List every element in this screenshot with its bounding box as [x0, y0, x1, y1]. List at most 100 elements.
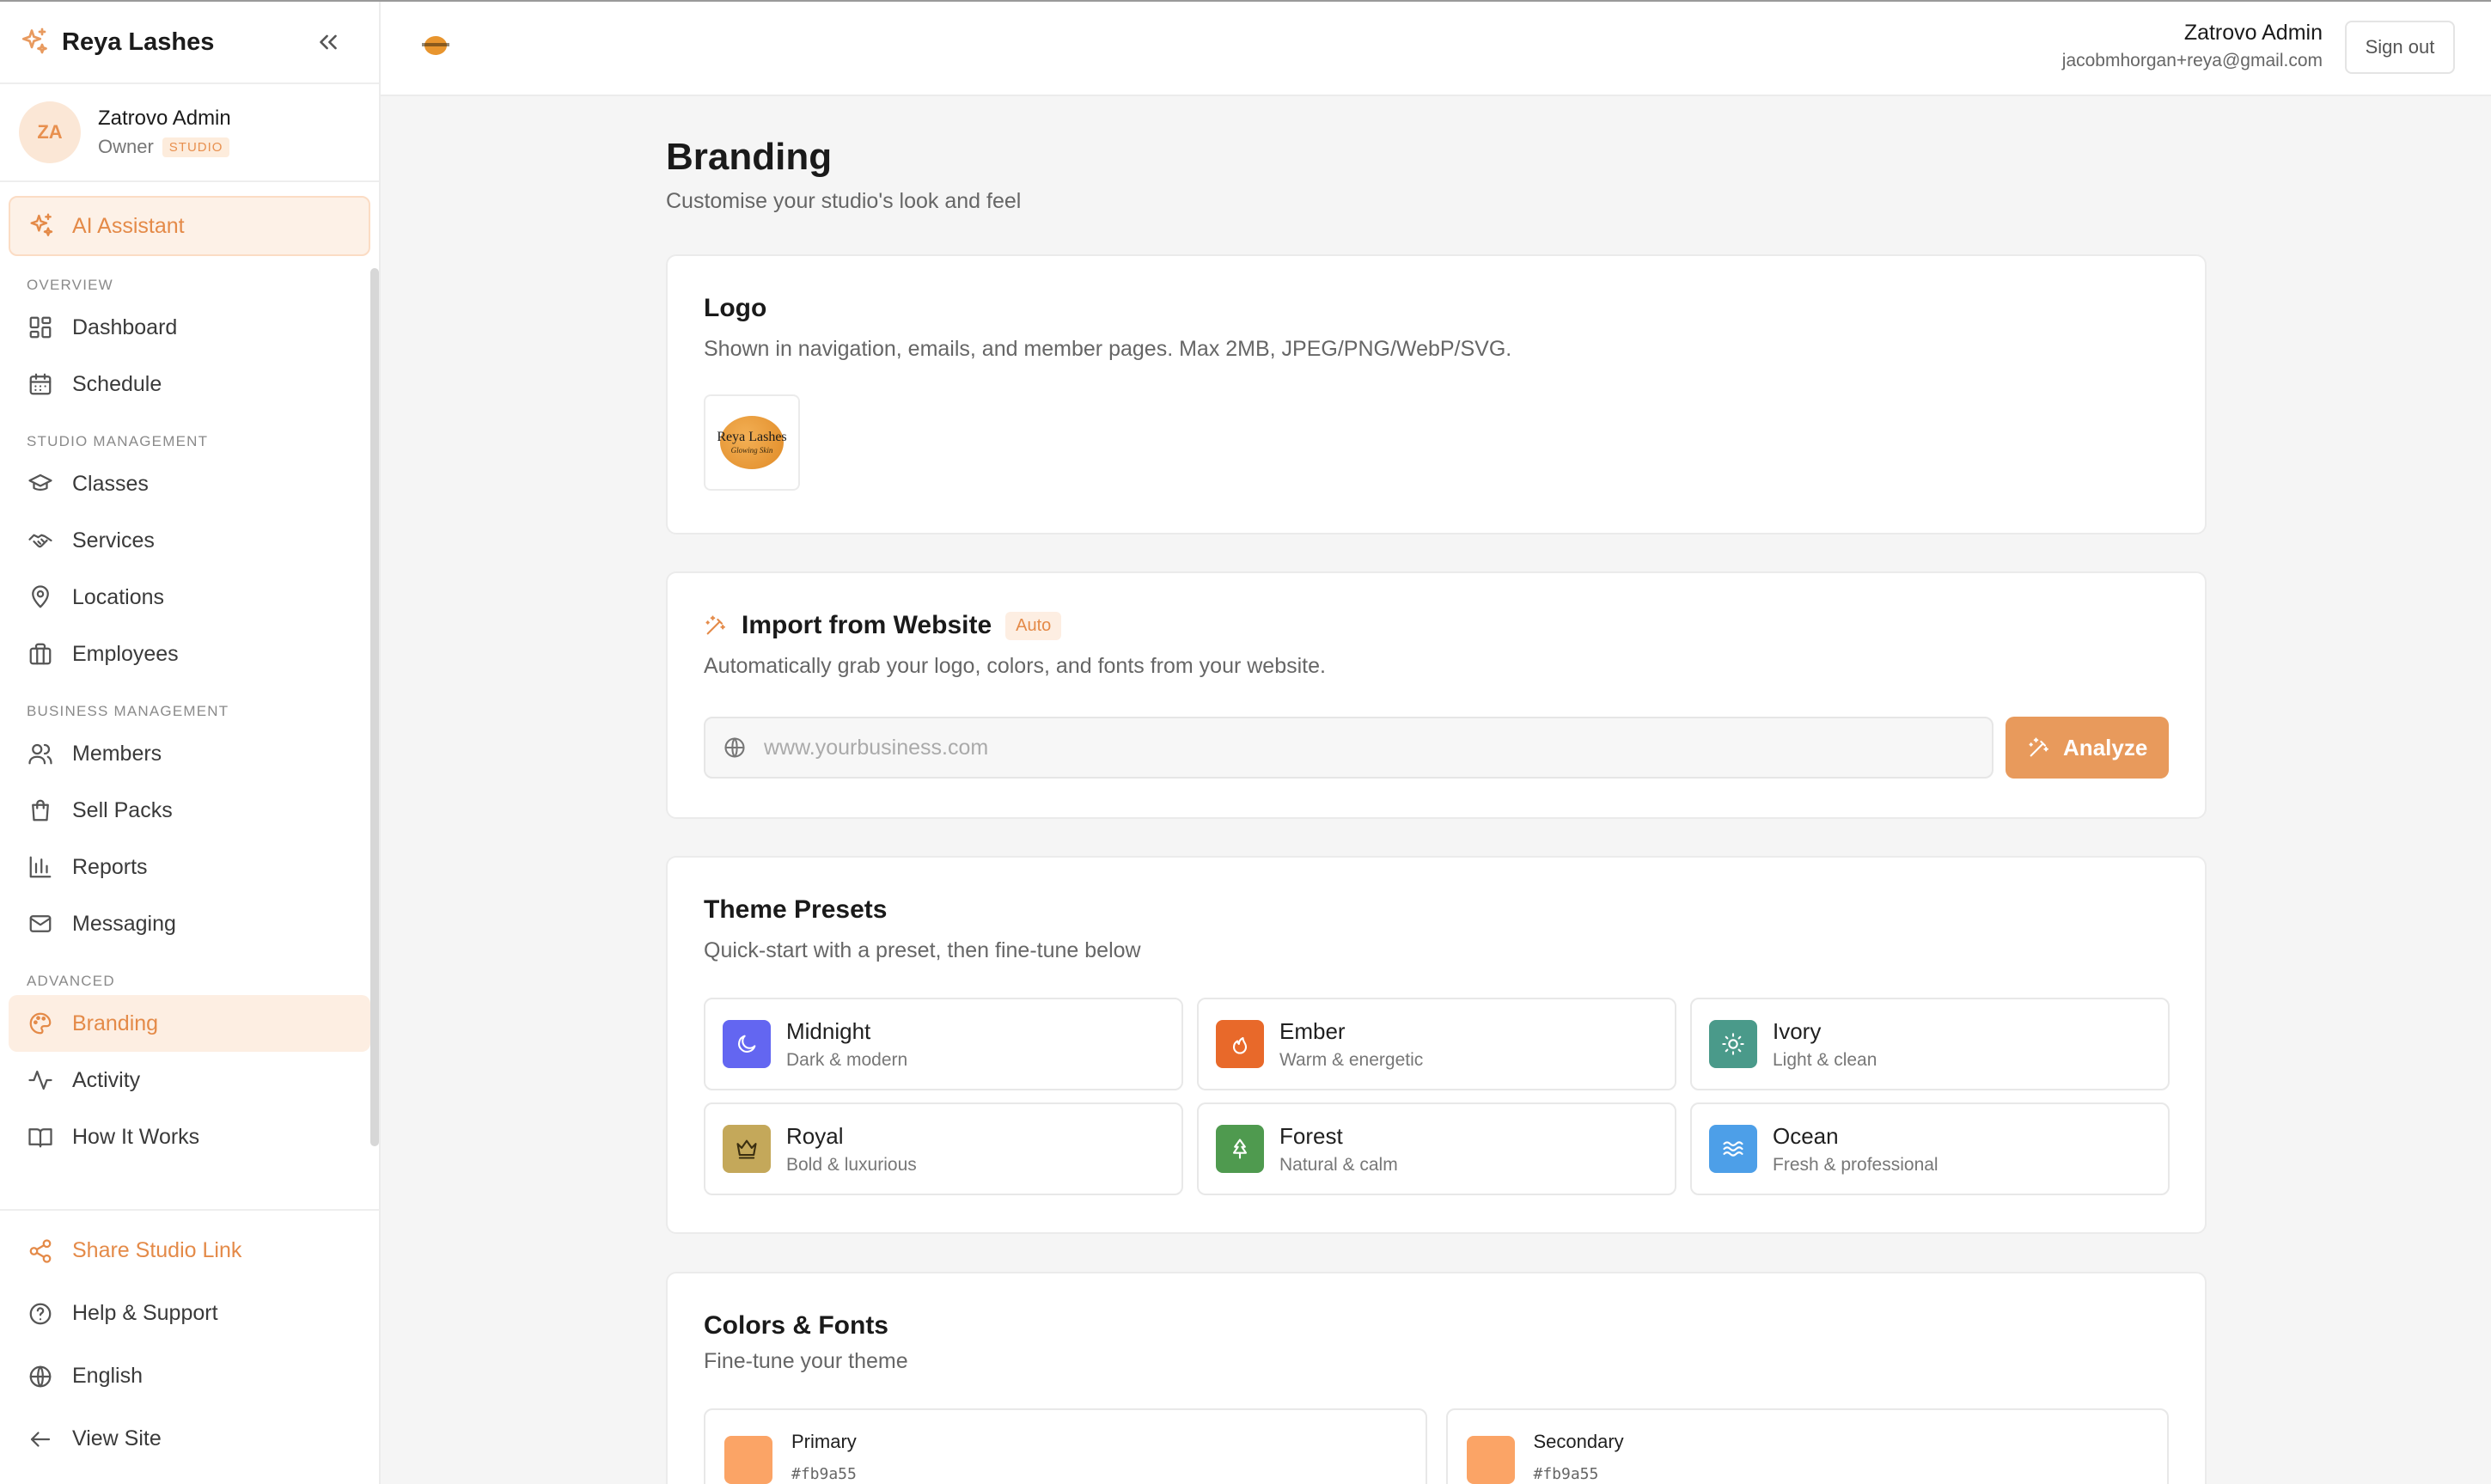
sidebar-item-reports[interactable]: Reports	[9, 839, 370, 895]
sign-out-button[interactable]: Sign out	[2345, 21, 2455, 74]
import-card-title: Import from Website	[742, 611, 992, 639]
preset-name: Midnight	[786, 1017, 871, 1044]
help-support-link[interactable]: Help & Support	[9, 1282, 370, 1345]
top-user-info: Zatrovo Admin jacobmhorgan+reya@gmail.co…	[2062, 21, 2323, 71]
preset-ocean[interactable]: Ocean Fresh & professional	[1690, 1102, 2170, 1195]
app-name: Reya Lashes	[62, 27, 215, 56]
preset-grid: Midnight Dark & modern Ember Warm & energe…	[704, 998, 2170, 1195]
sidebar-item-sell-packs[interactable]: Sell Packs	[9, 782, 370, 839]
analyze-button[interactable]: Analyze	[2006, 717, 2169, 779]
primary-color-label: Primary	[791, 1431, 857, 1452]
flame-icon	[1216, 1020, 1264, 1068]
map-pin-icon	[27, 584, 53, 610]
import-url-row: Analyze	[704, 717, 2169, 779]
sidebar-item-schedule[interactable]: Schedule	[9, 356, 370, 412]
studio-logo-small[interactable]	[417, 31, 455, 60]
preset-desc: Light & clean	[1773, 1049, 1877, 1070]
preset-forest[interactable]: Forest Natural & calm	[1197, 1102, 1676, 1195]
dashboard-icon	[27, 315, 53, 340]
sidebar-item-label: Locations	[72, 584, 165, 609]
sidebar-item-locations[interactable]: Locations	[9, 569, 370, 626]
logo-card: Logo Shown in navigation, emails, and me…	[666, 254, 2207, 534]
colors-fonts-title: Colors & Fonts	[704, 1311, 888, 1340]
sidebar-item-employees[interactable]: Employees	[9, 626, 370, 682]
sidebar-item-label: Classes	[72, 471, 149, 496]
sidebar-item-label: Activity	[72, 1067, 141, 1092]
sidebar-item-label: Services	[72, 528, 155, 553]
sidebar: Reya Lashes ZA Zatrovo Admin Owner STUDI…	[0, 2, 381, 1484]
auto-badge: Auto	[1005, 611, 1062, 640]
user-profile[interactable]: ZA Zatrovo Admin Owner STUDIO	[0, 84, 379, 182]
collapse-sidebar-icon[interactable]	[314, 27, 343, 57]
preset-ember[interactable]: Ember Warm & energetic	[1197, 998, 1676, 1090]
preset-name: Ivory	[1773, 1017, 1822, 1044]
mail-icon	[27, 911, 53, 937]
book-open-icon	[27, 1124, 53, 1150]
sidebar-item-label: AI Assistant	[72, 213, 185, 238]
activity-icon	[27, 1067, 53, 1093]
help-circle-icon	[27, 1301, 53, 1327]
share-icon	[27, 1238, 53, 1264]
section-label-overview: OVERVIEW	[27, 277, 113, 293]
sidebar-item-members[interactable]: Members	[9, 725, 370, 782]
moon-icon	[723, 1020, 771, 1068]
top-user-name: Zatrovo Admin	[2183, 21, 2323, 45]
sidebar-item-label: How It Works	[72, 1124, 200, 1149]
sidebar-item-messaging[interactable]: Messaging	[9, 895, 370, 952]
share-studio-link[interactable]: Share Studio Link	[9, 1219, 370, 1282]
globe-icon	[723, 736, 747, 760]
main-content: Branding Customise your studio's look an…	[666, 96, 2207, 1484]
secondary-color-swatch[interactable]	[1466, 1436, 1515, 1484]
preset-name: Royal	[786, 1122, 844, 1149]
calendar-icon	[27, 371, 53, 397]
user-role: Owner STUDIO	[98, 136, 231, 158]
preset-ivory[interactable]: Ivory Light & clean	[1690, 998, 2170, 1090]
sidebar-item-dashboard[interactable]: Dashboard	[9, 299, 370, 356]
website-url-input[interactable]	[764, 735, 1967, 760]
website-url-field[interactable]	[704, 717, 1994, 779]
language-selector[interactable]: English	[9, 1345, 370, 1408]
shopping-bag-icon	[27, 797, 53, 823]
sidebar-item-services[interactable]: Services	[9, 512, 370, 569]
primary-color-swatch[interactable]	[724, 1436, 772, 1484]
logo-text: Reya Lashes	[717, 430, 787, 444]
studio-badge: STUDIO	[162, 137, 230, 157]
sidebar-item-branding[interactable]: Branding	[9, 995, 370, 1052]
preset-royal[interactable]: Royal Bold & luxurious	[704, 1102, 1183, 1195]
sidebar-item-activity[interactable]: Activity	[9, 1052, 370, 1108]
user-role-label: Owner	[98, 136, 154, 157]
sidebar-item-how-it-works[interactable]: How It Works	[9, 1108, 370, 1165]
analyze-label: Analyze	[2063, 734, 2148, 760]
tree-icon	[1216, 1125, 1264, 1173]
view-site-link[interactable]: View Site	[9, 1408, 370, 1470]
theme-presets-title: Theme Presets	[704, 895, 888, 924]
logo-upload-preview[interactable]: Reya Lashes Glowing Skin	[704, 394, 800, 491]
logo-tagline: Glowing Skin	[730, 446, 773, 455]
import-card-header: Import from Website Auto	[704, 611, 2169, 640]
sidebar-item-label: Schedule	[72, 371, 162, 396]
secondary-color-label: Secondary	[1533, 1431, 1624, 1452]
sidebar-item-ai-assistant[interactable]: AI Assistant	[9, 196, 370, 256]
preset-midnight[interactable]: Midnight Dark & modern	[704, 998, 1183, 1090]
preset-desc: Bold & luxurious	[786, 1154, 917, 1175]
preset-desc: Fresh & professional	[1773, 1154, 1938, 1175]
colors-fonts-description: Fine-tune your theme	[704, 1349, 908, 1373]
avatar: ZA	[19, 101, 81, 163]
import-card-description: Automatically grab your logo, colors, an…	[704, 654, 1326, 678]
sidebar-scrollbar[interactable]	[370, 268, 379, 1146]
users-icon	[27, 741, 53, 766]
magic-wand-icon	[704, 614, 728, 638]
crown-icon	[723, 1125, 771, 1173]
top-user-email: jacobmhorgan+reya@gmail.com	[2061, 51, 2323, 70]
import-card: Import from Website Auto Automatically g…	[666, 571, 2207, 819]
logo-card-title: Logo	[704, 294, 767, 322]
sidebar-item-label: Sell Packs	[72, 797, 173, 822]
sidebar-item-classes[interactable]: Classes	[9, 455, 370, 512]
section-label-studio-management: STUDIO MANAGEMENT	[27, 433, 209, 449]
help-label: Help & Support	[72, 1301, 218, 1325]
waves-icon	[1709, 1125, 1757, 1173]
secondary-color-field[interactable]: Secondary #fb9a55	[1445, 1408, 2169, 1484]
bar-chart-icon	[27, 854, 53, 880]
arrow-left-icon	[27, 1426, 53, 1452]
primary-color-field[interactable]: Primary #fb9a55	[704, 1408, 1427, 1484]
